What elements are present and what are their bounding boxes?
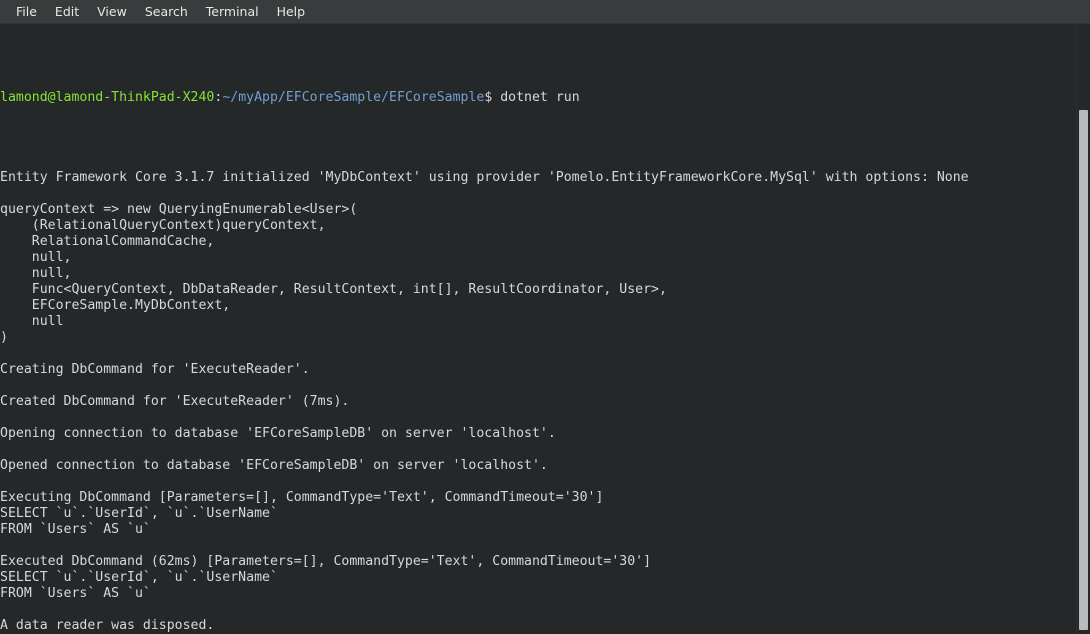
output-line: RelationalCommandCache, bbox=[0, 234, 215, 249]
output-blank-line bbox=[0, 346, 1076, 362]
menu-item-help[interactable]: Help bbox=[268, 0, 315, 23]
output-line: SELECT `u`.`UserId`, `u`.`UserName` bbox=[0, 506, 278, 521]
output-line: null, bbox=[0, 250, 72, 265]
output-blank-line bbox=[0, 442, 1076, 458]
menu-item-search[interactable]: Search bbox=[136, 0, 197, 23]
output-blank-line bbox=[0, 602, 1076, 618]
output-line: null, bbox=[0, 266, 72, 281]
terminal-screen[interactable]: lamond@lamond-ThinkPad-X240:~/myApp/EFCo… bbox=[0, 24, 1076, 634]
terminal-body: lamond@lamond-ThinkPad-X240:~/myApp/EFCo… bbox=[0, 24, 1090, 634]
output-block: Entity Framework Core 3.1.7 initialized … bbox=[0, 170, 1076, 634]
output-line: EFCoreSample.MyDbContext, bbox=[0, 298, 231, 313]
output-line: Creating DbCommand for 'ExecuteReader'. bbox=[0, 362, 310, 377]
prompt-line-top: lamond@lamond-ThinkPad-X240:~/myApp/EFCo… bbox=[0, 90, 1076, 106]
menu-bar: File Edit View Search Terminal Help bbox=[0, 0, 1090, 24]
output-line: null bbox=[0, 314, 64, 329]
output-line: FROM `Users` AS `u` bbox=[0, 586, 151, 601]
prompt-path: ~/myApp/EFCoreSample/EFCoreSample bbox=[222, 90, 485, 105]
menu-item-file[interactable]: File bbox=[7, 0, 46, 23]
output-line: Entity Framework Core 3.1.7 initialized … bbox=[0, 170, 969, 185]
scrollbar-thumb[interactable] bbox=[1079, 110, 1088, 630]
output-blank-line bbox=[0, 186, 1076, 202]
output-blank-line bbox=[0, 378, 1076, 394]
output-line: Created DbCommand for 'ExecuteReader' (7… bbox=[0, 394, 350, 409]
output-line: queryContext => new QueryingEnumerable<U… bbox=[0, 202, 358, 217]
output-line: Opening connection to database 'EFCoreSa… bbox=[0, 426, 556, 441]
output-line: Executed DbCommand (62ms) [Parameters=[]… bbox=[0, 554, 652, 569]
prompt-user-host: lamond@lamond-ThinkPad-X240 bbox=[0, 90, 215, 105]
output-line: A data reader was disposed. bbox=[0, 618, 215, 633]
output-line: Func<QueryContext, DbDataReader, ResultC… bbox=[0, 282, 667, 297]
output-line: ) bbox=[0, 330, 8, 345]
output-blank-line bbox=[0, 474, 1076, 490]
terminal-window: File Edit View Search Terminal Help lamo… bbox=[0, 0, 1090, 634]
output-blank-line bbox=[0, 410, 1076, 426]
vertical-scrollbar[interactable] bbox=[1076, 24, 1090, 634]
output-line: (RelationalQueryContext)queryContext, bbox=[0, 218, 326, 233]
output-line: FROM `Users` AS `u` bbox=[0, 522, 151, 537]
output-blank-line bbox=[0, 538, 1076, 554]
terminal-text-area: lamond@lamond-ThinkPad-X240:~/myApp/EFCo… bbox=[0, 24, 1076, 634]
menu-item-view[interactable]: View bbox=[88, 0, 136, 23]
menu-item-terminal[interactable]: Terminal bbox=[197, 0, 268, 23]
command-text: dotnet run bbox=[492, 90, 580, 105]
output-line: Opened connection to database 'EFCoreSam… bbox=[0, 458, 548, 473]
menu-item-edit[interactable]: Edit bbox=[46, 0, 88, 23]
output-line: SELECT `u`.`UserId`, `u`.`UserName` bbox=[0, 570, 278, 585]
output-line: Executing DbCommand [Parameters=[], Comm… bbox=[0, 490, 604, 505]
